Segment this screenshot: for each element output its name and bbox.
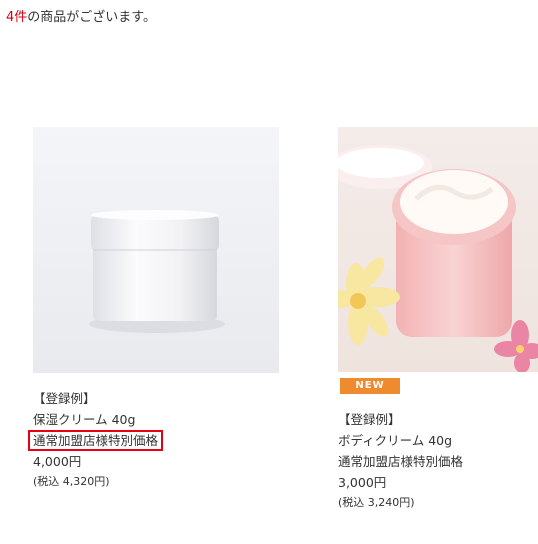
product-tag: 【登録例】 bbox=[33, 391, 96, 406]
result-count-number: 4件 bbox=[6, 10, 28, 25]
product-image[interactable] bbox=[338, 127, 538, 372]
product-card: 【登録例】 保湿クリーム 40g 通常加盟店様特別価格 4,000円 (税込 4… bbox=[28, 127, 279, 488]
product-price: 4,000円 bbox=[33, 454, 82, 469]
product-name[interactable]: ボディクリーム 40g bbox=[338, 430, 463, 451]
product-note-highlighted: 通常加盟店様特別価格 bbox=[28, 430, 164, 451]
product-card: NEW 【登録例】 ボディクリーム 40g 通常加盟店様特別価格 3,000円 … bbox=[338, 127, 538, 509]
product-image[interactable] bbox=[33, 127, 279, 373]
product-note: 通常加盟店様特別価格 bbox=[338, 454, 464, 469]
product-info: 【登録例】 保湿クリーム 40g 通常加盟店様特別価格 4,000円 (税込 4… bbox=[28, 388, 164, 492]
product-tax-price: (税込 3,240円) bbox=[338, 496, 415, 509]
result-count-suffix: の商品がございます。 bbox=[27, 10, 156, 25]
result-count: 4件の商品がございます。 bbox=[6, 6, 156, 25]
product-tag: 【登録例】 bbox=[338, 412, 401, 427]
product-tax-price: (税込 4,320円) bbox=[33, 475, 110, 488]
product-info: 【登録例】 ボディクリーム 40g 通常加盟店様特別価格 3,000円 (税込 … bbox=[338, 409, 463, 513]
product-name[interactable]: 保湿クリーム 40g bbox=[33, 409, 163, 430]
new-badge: NEW bbox=[340, 378, 400, 394]
product-price: 3,000円 bbox=[338, 475, 387, 490]
